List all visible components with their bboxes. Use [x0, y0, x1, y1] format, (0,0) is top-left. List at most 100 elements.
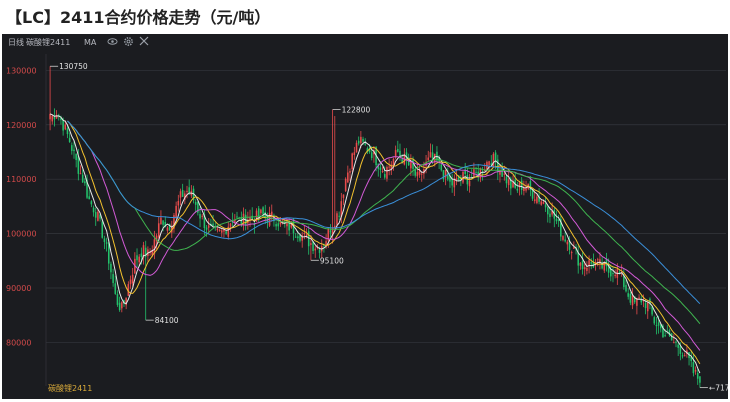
candle-body: [503, 173, 506, 175]
y-tick-label: 90000: [6, 284, 31, 293]
candle-body: [307, 231, 310, 247]
candle-body: [138, 256, 140, 263]
candle-body: [275, 224, 277, 227]
candle-body: [362, 138, 364, 142]
candle-body: [427, 157, 430, 161]
candle-body: [205, 227, 208, 230]
candle-body: [73, 149, 75, 152]
candle-body: [212, 223, 214, 227]
candle-body: [655, 325, 658, 327]
candle-body: [544, 204, 547, 208]
candle-body: [627, 293, 629, 297]
annotation-label: 95100: [320, 256, 344, 265]
candle-body: [97, 211, 99, 221]
candle-body: [581, 260, 584, 270]
candle-body: [507, 179, 510, 186]
ma-line: [49, 113, 701, 374]
candle-body: [75, 153, 77, 161]
annotation-label: 130750: [59, 62, 88, 71]
candle-body: [360, 136, 362, 144]
candle-body: [488, 161, 490, 165]
candle-body: [349, 171, 351, 173]
candle-body: [644, 302, 647, 309]
candle-body: [77, 156, 80, 174]
candle-body: [342, 194, 345, 198]
candle-body: [194, 201, 197, 205]
candle-body: [614, 274, 616, 277]
candle-body: [570, 252, 573, 254]
candle-body: [225, 231, 227, 234]
ma-line: [67, 120, 701, 305]
page-title: 【LC】2411合约价格走势（元/吨）: [6, 8, 271, 27]
candle-body: [88, 196, 90, 200]
candle-body: [353, 152, 356, 156]
candle-body: [84, 181, 86, 184]
candle-body: [429, 152, 432, 158]
candle-body: [653, 317, 656, 324]
candle-body: [105, 242, 108, 244]
y-tick-label: 110000: [6, 175, 37, 184]
candle-body: [386, 166, 388, 179]
candle-body: [596, 259, 599, 261]
candle-body: [314, 248, 317, 251]
annotation-label: 122800: [342, 106, 371, 115]
candle-body: [179, 191, 182, 198]
candle-body: [181, 189, 184, 197]
chart-panel[interactable]: 日线 碳酸锂2411 MA 130000 120000 110000 100000 90…: [2, 34, 728, 399]
candle-body: [90, 201, 93, 205]
candle-body: [318, 249, 321, 253]
candle-body: [103, 238, 106, 242]
candle-body: [562, 236, 564, 240]
candle-body: [579, 262, 582, 266]
candle-body: [344, 178, 347, 191]
candle-body: [357, 140, 360, 144]
candle-body: [94, 212, 97, 218]
candle-body: [207, 225, 210, 228]
candle-body: [681, 355, 684, 357]
candle-body: [516, 188, 519, 191]
candle-body: [420, 173, 423, 175]
candle-body: [166, 227, 169, 231]
candle-body: [536, 196, 538, 204]
candle-body: [533, 199, 536, 202]
candle-body: [629, 293, 632, 303]
y-tick-label: 120000: [6, 121, 37, 130]
candle-body: [410, 162, 412, 169]
candle-body: [286, 220, 288, 227]
candle-body: [101, 221, 104, 238]
candle-body: [542, 202, 545, 204]
candle-body: [383, 174, 386, 178]
candle-body: [475, 171, 477, 173]
candle-body: [114, 283, 117, 294]
candle-body: [303, 232, 306, 234]
y-tick-label: 80000: [6, 338, 31, 347]
candle-body: [677, 344, 679, 348]
candle-body: [336, 213, 338, 225]
candle-body: [62, 119, 64, 131]
candle-body: [583, 267, 586, 270]
candle-body: [305, 234, 308, 237]
candle-body: [294, 236, 297, 238]
candle-body: [140, 253, 143, 257]
candle-body: [566, 241, 569, 245]
candle-body: [157, 223, 160, 238]
candle-body: [49, 113, 51, 120]
footer-contract-label: 碳酸锂2411: [48, 384, 93, 393]
candle-body: [201, 215, 204, 217]
candle-body: [416, 172, 419, 177]
candle-body: [229, 223, 232, 227]
candle-body: [696, 372, 699, 379]
annotation-label: ←71700: [709, 384, 728, 393]
candle-body: [160, 217, 162, 225]
annotation-label: 84100: [155, 316, 179, 325]
candle-body: [625, 284, 627, 292]
y-tick-label: 100000: [6, 230, 37, 239]
candle-body: [116, 293, 119, 305]
candle-body: [699, 376, 701, 383]
candle-body: [351, 153, 353, 170]
candle-body: [136, 255, 138, 261]
candle-body: [564, 239, 566, 242]
candle-body: [118, 302, 121, 311]
candle-body: [540, 201, 543, 205]
candle-body: [381, 171, 384, 173]
